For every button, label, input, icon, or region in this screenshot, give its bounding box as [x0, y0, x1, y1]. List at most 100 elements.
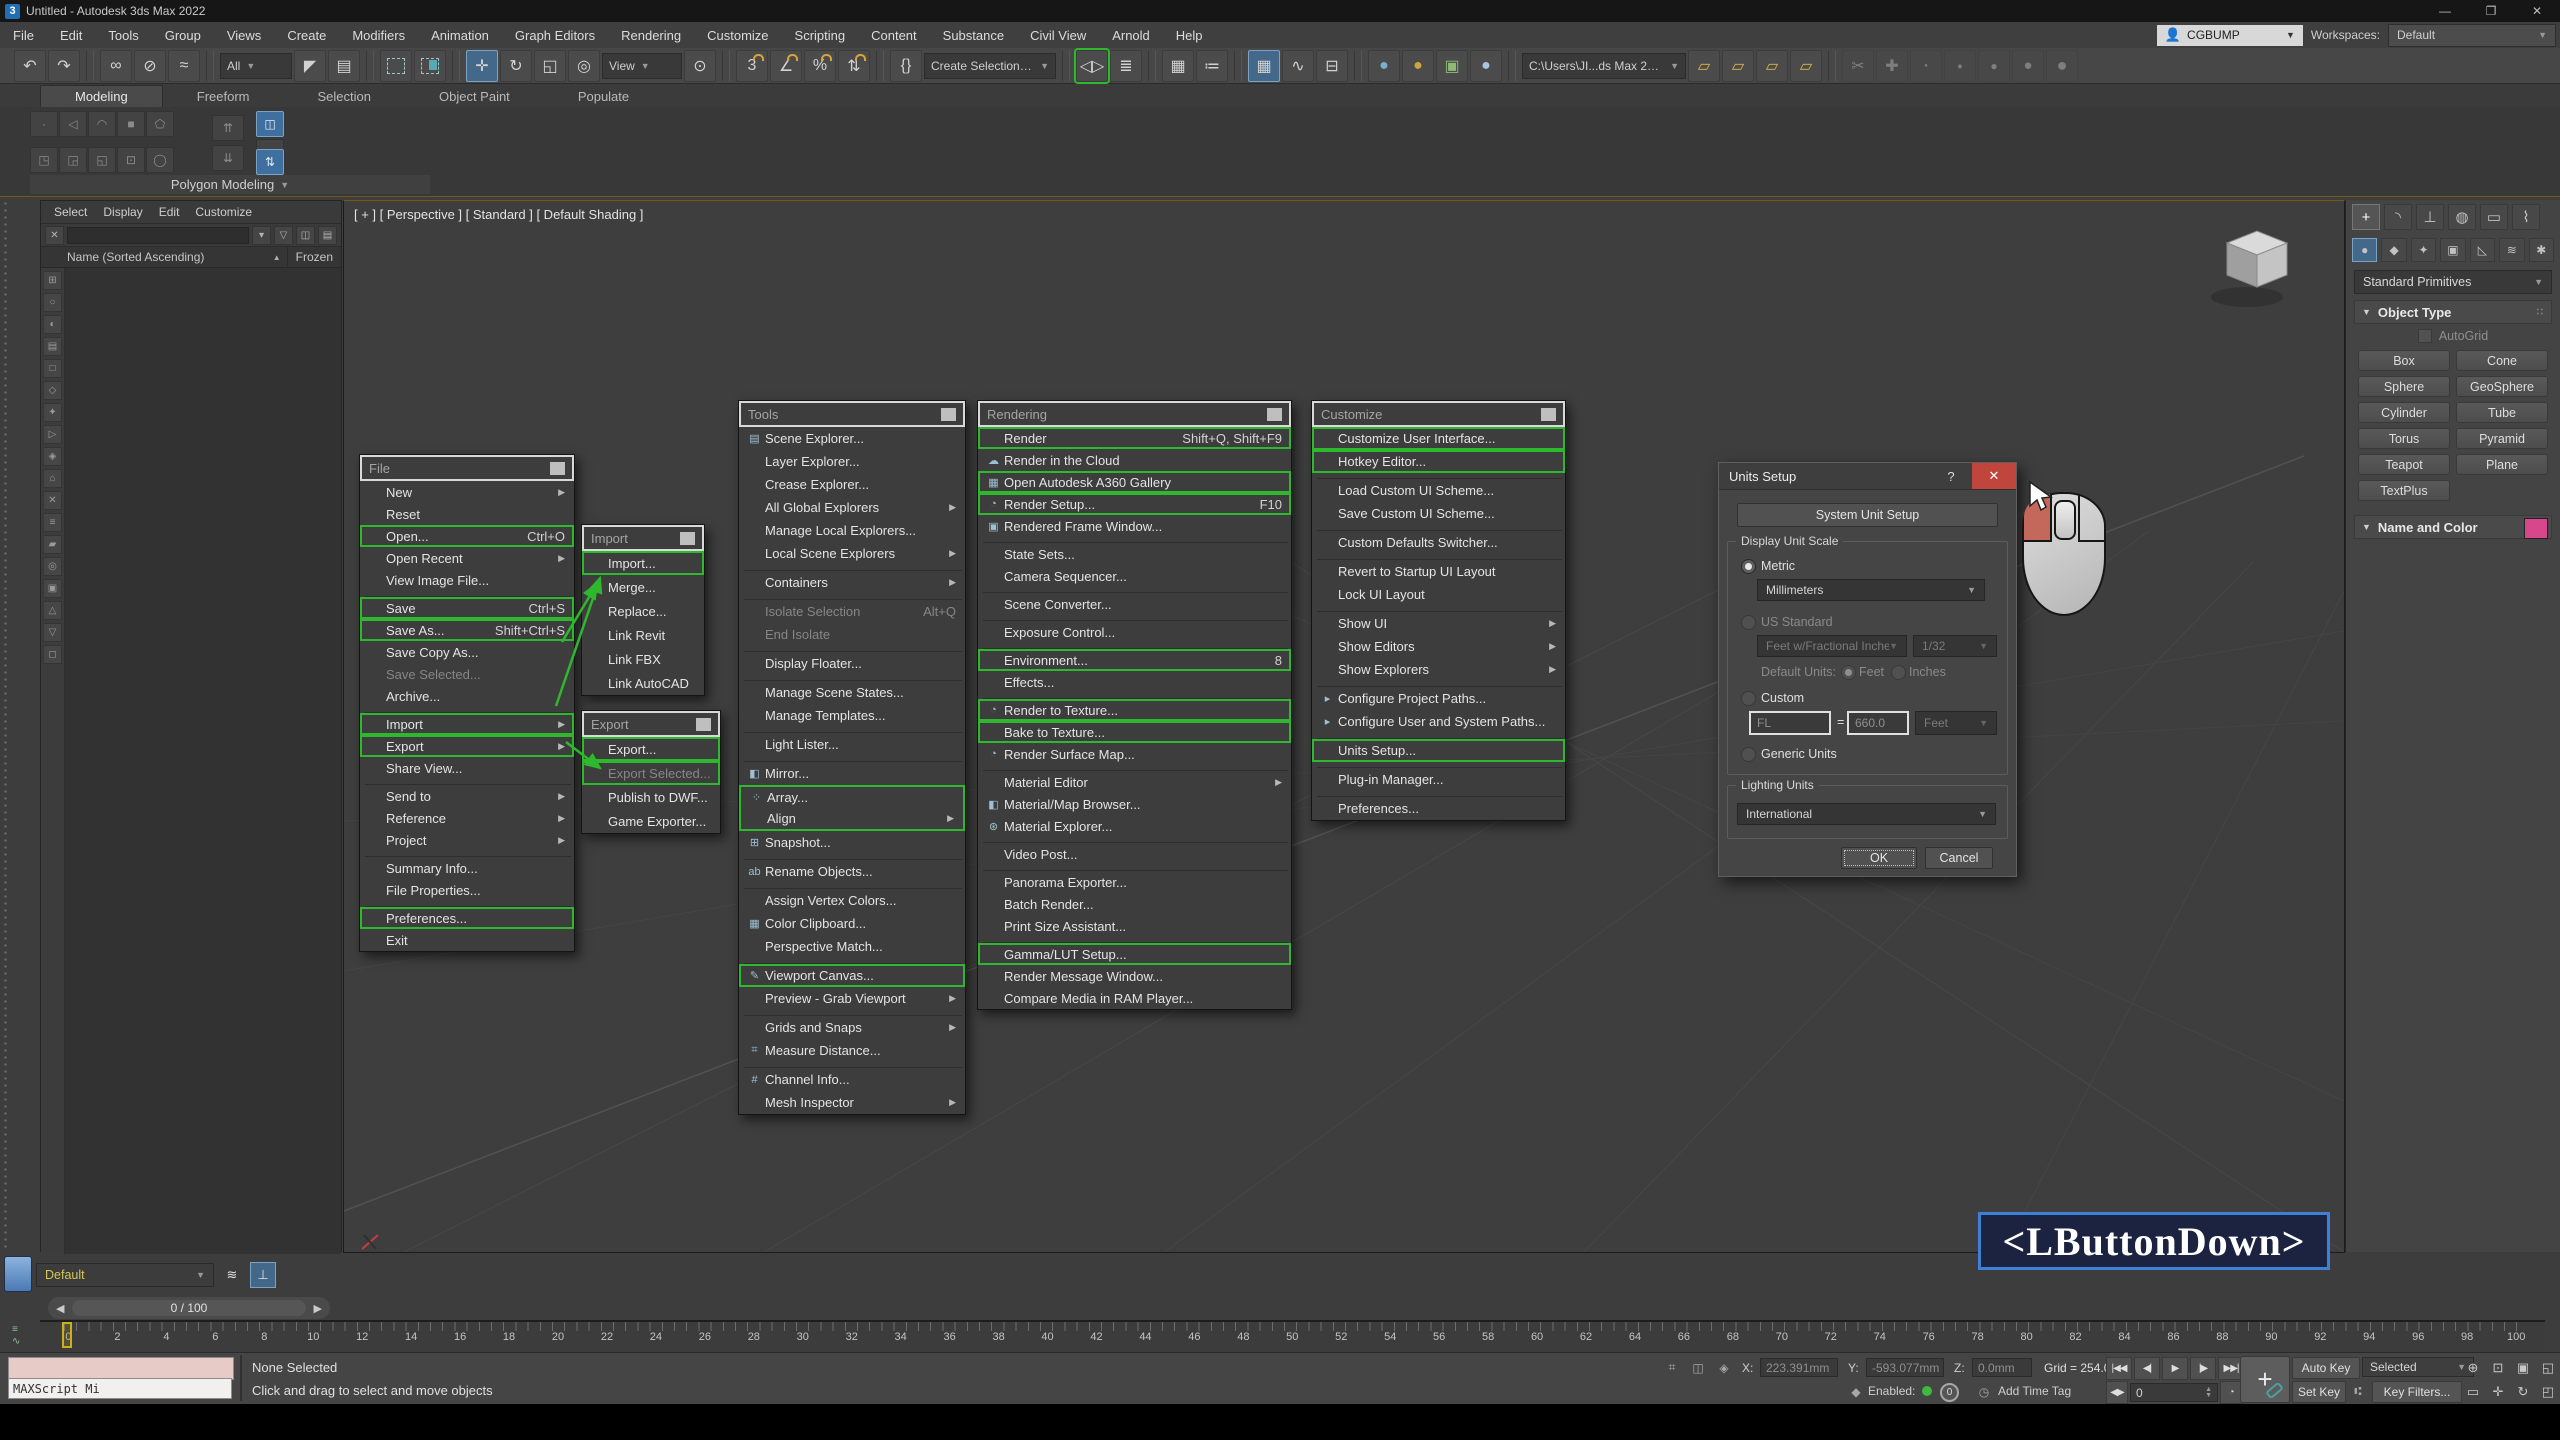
pyramid-button[interactable]: Pyramid: [2456, 428, 2548, 449]
menu-item-save[interactable]: SaveCtrl+S: [360, 597, 574, 619]
explorer-filter-icon-2[interactable]: ◐: [43, 315, 62, 334]
brush-preset-dot-4[interactable]: ●: [2012, 50, 2044, 82]
menu-item-units-setup[interactable]: Units Setup...: [1312, 739, 1565, 762]
rendering-menu-title[interactable]: Rendering: [978, 401, 1291, 427]
ribbon-tab-object-paint[interactable]: Object Paint: [405, 86, 544, 107]
menu-item-rename-objects[interactable]: abRename Objects...: [739, 860, 965, 883]
menu-item-send-to[interactable]: Send to▶: [360, 785, 574, 807]
torus-button[interactable]: Torus: [2358, 428, 2450, 449]
system-unit-setup-button[interactable]: System Unit Setup: [1737, 503, 1998, 527]
plus-icon[interactable]: ✚: [1876, 50, 1908, 82]
next-frame-arrow[interactable]: ▶: [314, 1302, 322, 1315]
metric-unit-dropdown[interactable]: Millimeters▼: [1757, 579, 1985, 601]
menubar-item-edit[interactable]: Edit: [47, 22, 95, 48]
menubar-item-create[interactable]: Create: [274, 22, 339, 48]
menubar-item-content[interactable]: Content: [858, 22, 930, 48]
maximize-button[interactable]: ❐: [2468, 0, 2514, 22]
x-coordinate-field[interactable]: 223.391mm: [1760, 1358, 1838, 1377]
explorer-filter-icon-17[interactable]: ◻: [43, 645, 62, 664]
menu-item-configure-project-paths[interactable]: ▸Configure Project Paths...: [1312, 687, 1565, 710]
menubar-item-civil-view[interactable]: Civil View: [1017, 22, 1099, 48]
element-mode-button[interactable]: ⬠: [146, 111, 174, 137]
create-tab[interactable]: +: [2352, 204, 2380, 230]
menu-item-grids-and-snaps[interactable]: Grids and Snaps▶: [739, 1016, 965, 1039]
menu-item-show-editors[interactable]: Show Editors▶: [1312, 635, 1565, 658]
menu-pin-icon[interactable]: [680, 532, 695, 545]
menu-item-material-explorer[interactable]: ⊛Material Explorer...: [978, 815, 1291, 837]
menu-item-mesh-inspector[interactable]: Mesh Inspector▶: [739, 1091, 965, 1114]
explorer-filter-icon-7[interactable]: ▷: [43, 425, 62, 444]
menubar-item-arnold[interactable]: Arnold: [1099, 22, 1163, 48]
explorer-menu-select[interactable]: Select: [47, 205, 94, 219]
columns-icon[interactable]: ▤: [318, 226, 337, 245]
zoom-extents-all-icon[interactable]: ◱: [2537, 1357, 2559, 1378]
vertex-mode-button[interactable]: ·: [30, 111, 58, 137]
rectangular-selection-region-icon[interactable]: [380, 50, 412, 82]
material-editor-icon[interactable]: ●: [1368, 50, 1400, 82]
time-slider-value[interactable]: 0 / 100: [72, 1300, 305, 1316]
object-color-swatch[interactable]: [2524, 518, 2548, 539]
import-menu-title[interactable]: Import: [582, 525, 704, 551]
corner-button[interactable]: [4, 1256, 32, 1292]
mirror-icon[interactable]: ◁▷: [1076, 50, 1108, 82]
menu-pin-icon[interactable]: [1267, 408, 1282, 421]
hierarchy-tab[interactable]: ⊥: [2416, 204, 2444, 230]
menu-item-save-as[interactable]: Save As...Shift+Ctrl+S: [360, 619, 574, 641]
plane-button[interactable]: Plane: [2456, 454, 2548, 475]
menu-item-custom-defaults-switcher[interactable]: Custom Defaults Switcher...: [1312, 531, 1565, 554]
explorer-filter-icon-3[interactable]: ▤: [43, 337, 62, 356]
toggle-layer-explorer-icon[interactable]: ≔: [1196, 50, 1228, 82]
selection-filter-dropdown[interactable]: All▼: [220, 53, 292, 79]
menu-item-layer-explorer[interactable]: Layer Explorer...: [739, 450, 965, 473]
menu-item-print-size-assistant[interactable]: Print Size Assistant...: [978, 915, 1291, 937]
menu-item-import[interactable]: Import▶: [360, 713, 574, 735]
explorer-filter-icon-15[interactable]: △: [43, 601, 62, 620]
undo-icon[interactable]: ↶: [14, 50, 46, 82]
menu-item-mirror[interactable]: ◧Mirror...: [739, 762, 965, 785]
ribbon-tab-populate[interactable]: Populate: [544, 86, 663, 107]
ribbon-tab-selection[interactable]: Selection: [284, 86, 405, 107]
modify-tab[interactable]: ◝: [2384, 204, 2412, 230]
menu-item-panorama-exporter[interactable]: Panorama Exporter...: [978, 871, 1291, 893]
brush-preset-dot-5[interactable]: ●: [2046, 50, 2078, 82]
time-configuration-icon[interactable]: ◔: [2220, 1381, 2242, 1404]
menu-item-material-map-browser[interactable]: ◧Material/Map Browser...: [978, 793, 1291, 815]
pm-tool-4-button[interactable]: ⊡: [117, 147, 145, 173]
explorer-filter-icon-6[interactable]: ✦: [43, 403, 62, 422]
menu-item-merge[interactable]: Merge...: [582, 575, 704, 599]
curve-icon[interactable]: ∿: [12, 1336, 20, 1347]
menu-item-game-exporter[interactable]: Game Exporter...: [582, 809, 720, 833]
menubar-item-substance[interactable]: Substance: [930, 22, 1017, 48]
brush-preset-dot-1[interactable]: ●: [1910, 50, 1942, 82]
custom-radio[interactable]: [1741, 691, 1756, 706]
edit-named-selection-sets-icon[interactable]: {}: [890, 50, 922, 82]
external-references-icon[interactable]: ▱: [1790, 50, 1822, 82]
menu-item-render-in-the-cloud[interactable]: ☁Render in the Cloud: [978, 449, 1291, 471]
sphere-button[interactable]: Sphere: [2358, 376, 2450, 397]
minimize-button[interactable]: —: [2422, 0, 2468, 22]
unlink-selection-icon[interactable]: ⊘: [134, 50, 166, 82]
select-and-move-icon[interactable]: ✛: [466, 50, 498, 82]
pm-tool-1-button[interactable]: ◳: [30, 147, 58, 173]
menu-item-camera-sequencer[interactable]: Camera Sequencer...: [978, 565, 1291, 587]
explorer-menu-edit[interactable]: Edit: [152, 205, 187, 219]
open-folder-icon[interactable]: ▱: [1722, 50, 1754, 82]
align-icon[interactable]: ≣: [1110, 50, 1142, 82]
menu-item-compare-media-in-ram-player[interactable]: Compare Media in RAM Player...: [978, 987, 1291, 1009]
us-standard-radio[interactable]: [1741, 615, 1756, 630]
render-setup-icon[interactable]: ●: [1402, 50, 1434, 82]
user-account-dropdown[interactable]: 👤 CGBUMP ▼: [2157, 25, 2303, 46]
menu-pin-icon[interactable]: [941, 408, 956, 421]
menu-item-preferences[interactable]: Preferences...: [1312, 797, 1565, 820]
time-slider[interactable]: ◀ 0 / 100 ▶: [48, 1297, 330, 1319]
menu-item-color-clipboard[interactable]: ▦Color Clipboard...: [739, 912, 965, 935]
current-frame-marker[interactable]: [62, 1322, 72, 1348]
reference-coordinate-dropdown[interactable]: View▼: [602, 53, 682, 79]
menu-item-crease-explorer[interactable]: Crease Explorer...: [739, 473, 965, 496]
next-frame-icon[interactable]: |▶: [2190, 1357, 2216, 1380]
maxscript-mini-listener-input[interactable]: MAXScript Mi: [8, 1378, 232, 1399]
lock-icon[interactable]: ◫: [296, 226, 315, 245]
use-pivot-point-center-icon[interactable]: ⊙: [684, 50, 716, 82]
custom-value-input[interactable]: 660.0: [1847, 711, 1909, 735]
dialog-close-button[interactable]: ✕: [1972, 463, 2016, 489]
